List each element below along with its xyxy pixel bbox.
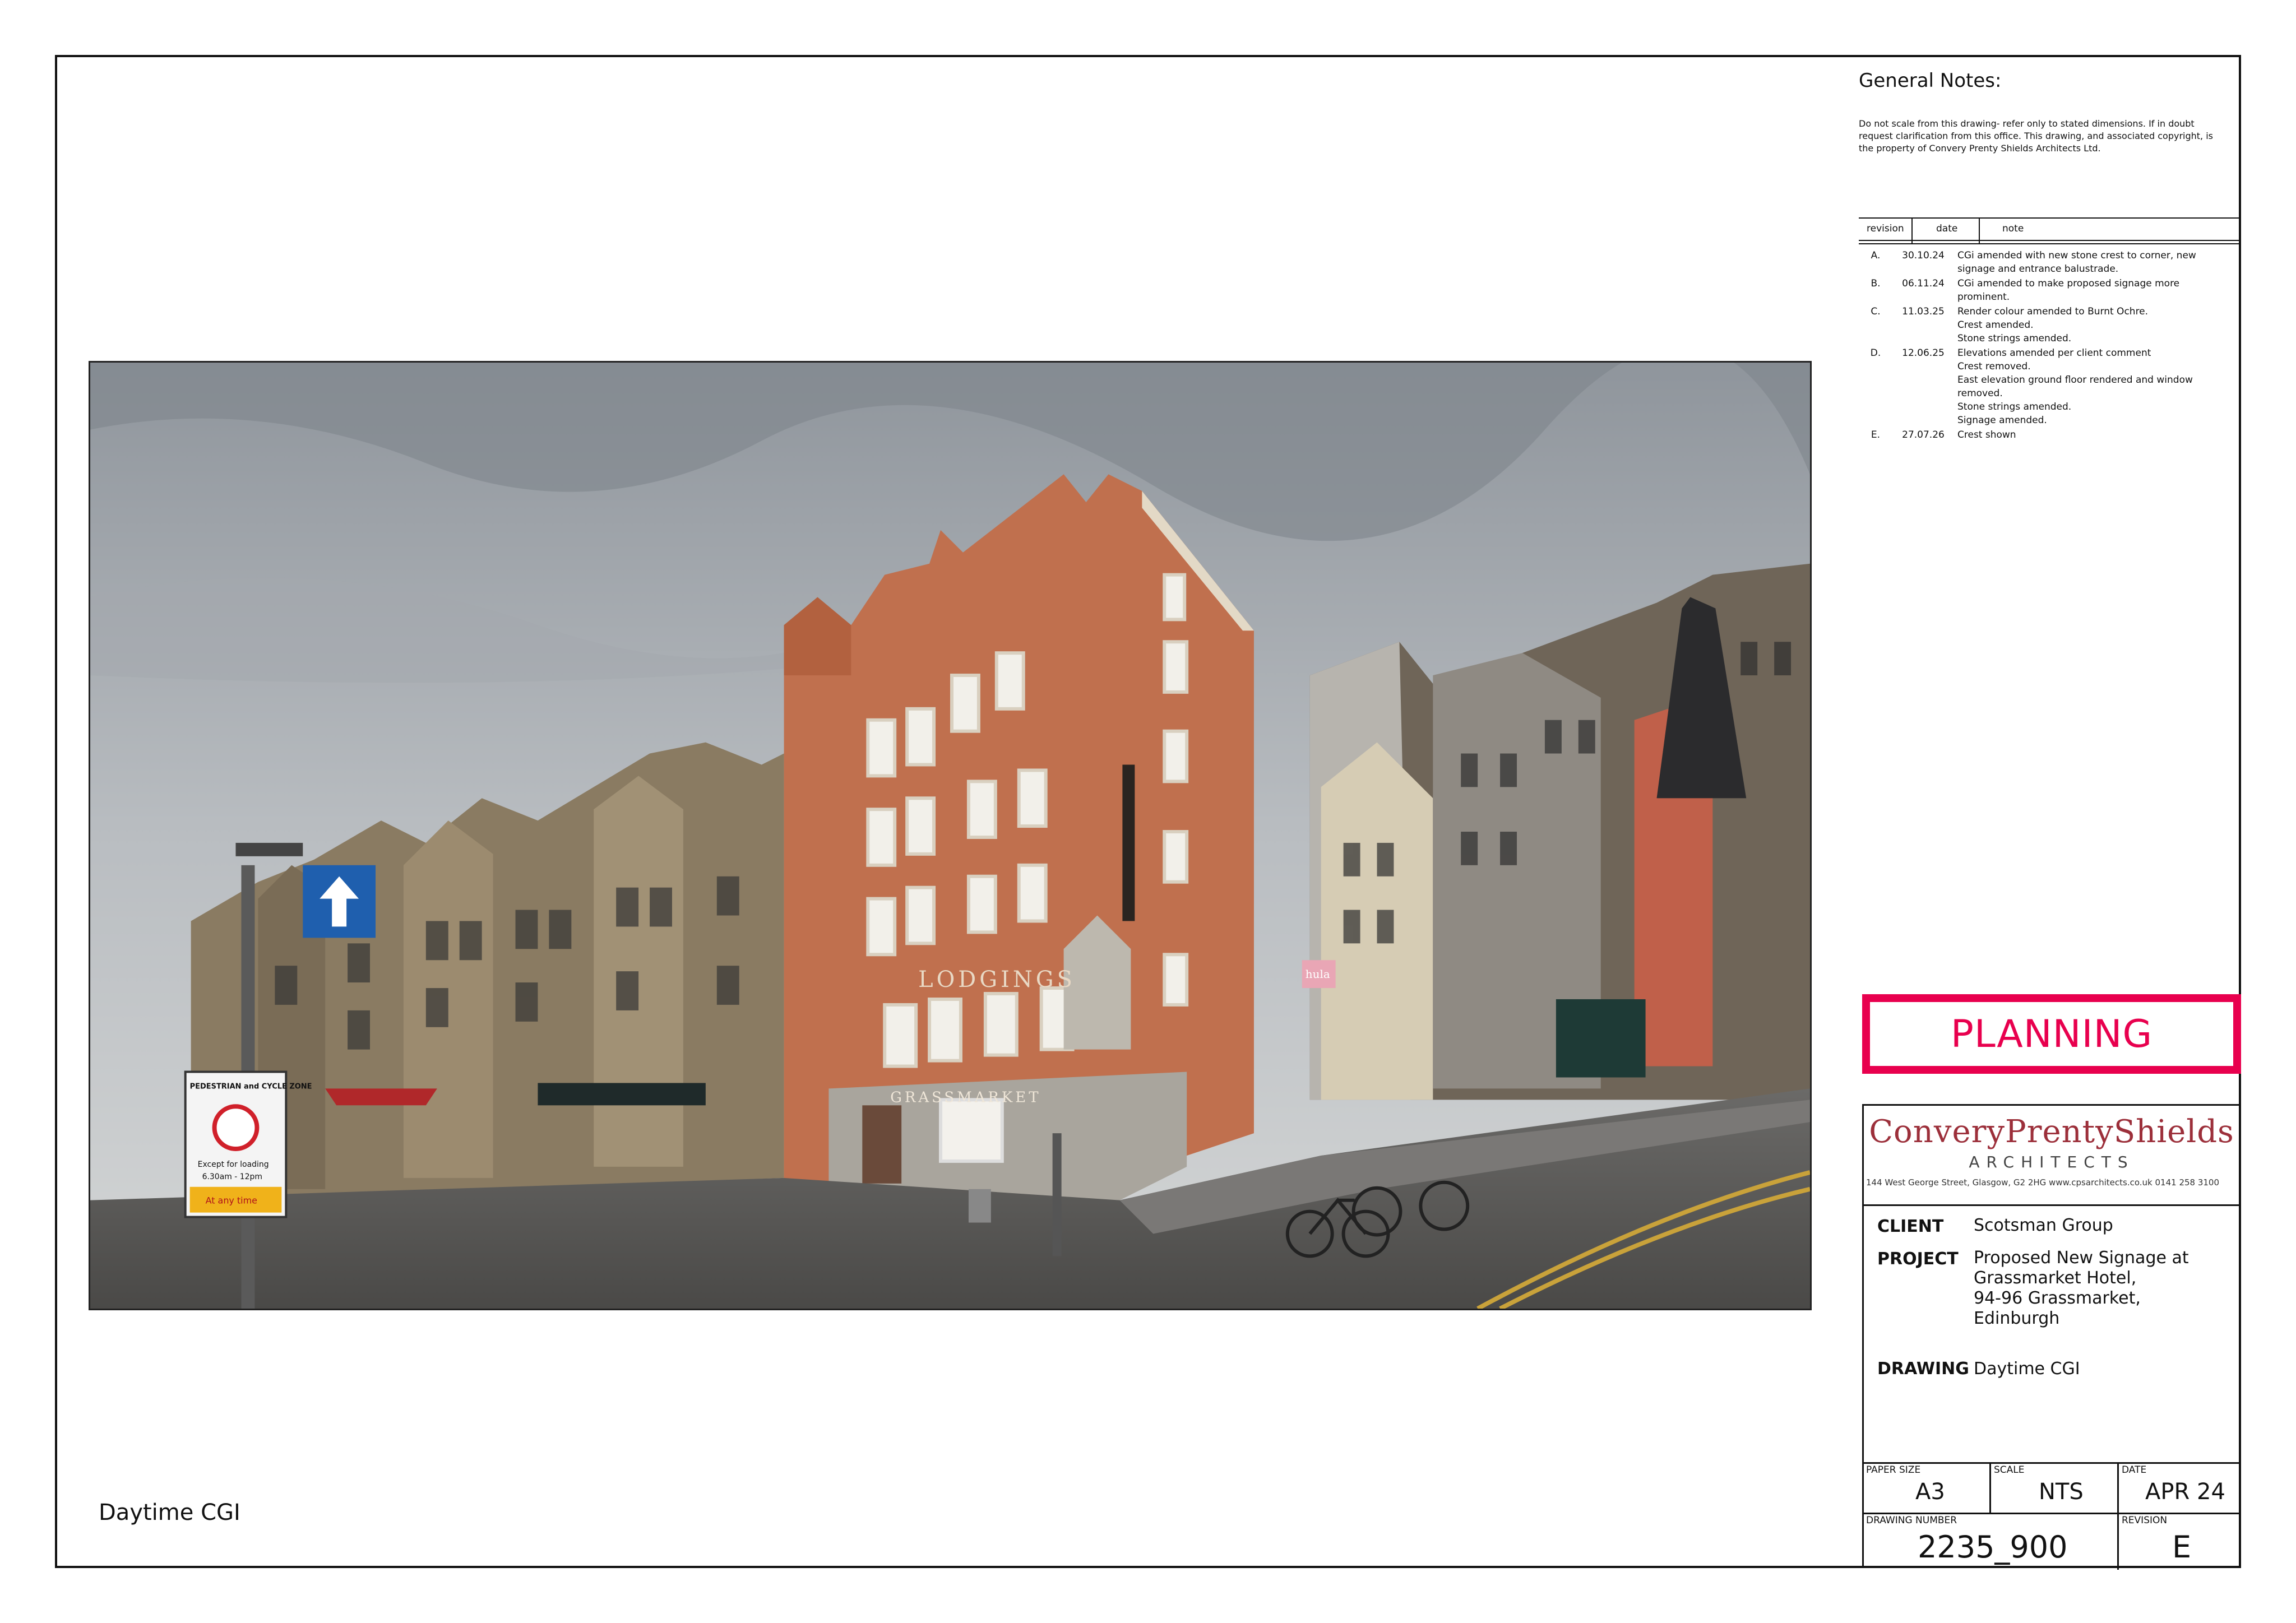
practice-logo-subtitle: ARCHITECTS (1969, 1153, 2135, 1171)
daytime-cgi-image: LODGINGS GRASSMARKET hula PEDESTRIAN and… (89, 361, 1812, 1310)
zone-sign-title: PEDESTRIAN and CYCLE ZONE (190, 1082, 312, 1091)
lodgings-sign: LODGINGS (918, 967, 1076, 993)
drawing-value: Daytime CGI (1974, 1359, 2080, 1379)
revision-date: 06.11.24 (1902, 278, 1945, 289)
revision-code: C. (1871, 306, 1881, 317)
drawing-number-label: DRAWING NUMBER (1866, 1515, 1957, 1526)
revision-row: A. 30.10.24 CGi amended with new stone c… (1859, 249, 2241, 276)
revision-code: A. (1871, 250, 1881, 261)
revision-row: B. 06.11.24 CGi amended to make proposed… (1859, 277, 2241, 304)
revision-note: CGi amended with new stone crest to corn… (1957, 250, 2196, 275)
practice-address: 144 West George Street, Glasgow, G2 2HG … (1866, 1177, 2220, 1188)
revision-note: CGi amended to make proposed signage mor… (1957, 278, 2180, 303)
zone-sign-times: 6.30am - 12pm (202, 1172, 262, 1181)
revision-table-header: revision date note (1859, 217, 2241, 244)
paper-size-label: PAPER SIZE (1866, 1464, 1921, 1476)
revision-rows: A. 30.10.24 CGi amended with new stone c… (1859, 249, 2241, 442)
project-line: Grassmarket Hotel, (1974, 1268, 2137, 1288)
drawing-caption: Daytime CGI (99, 1500, 240, 1525)
drawing-number-value: 2235_900 (1918, 1529, 2068, 1565)
revision-table: revision date note A. 30.10.24 CGi amend… (1859, 217, 2241, 443)
revision-note: Crest shown (1957, 429, 2016, 440)
revision-code: D. (1870, 347, 1881, 359)
revision-note: Elevations amended per client comment Cr… (1957, 347, 2193, 426)
planning-stamp-text: PLANNING (1870, 1002, 2233, 1066)
project-line: 94-96 Grassmarket, (1974, 1288, 2141, 1308)
zone-sign-atany: At any time (206, 1195, 257, 1206)
revision-code: B. (1871, 278, 1881, 289)
project-value: Proposed New Signage at Grassmarket Hote… (1974, 1248, 2189, 1329)
project-line: Edinburgh (1974, 1309, 2060, 1328)
revision-date: 27.07.26 (1902, 429, 1945, 440)
general-notes-text: Do not scale from this drawing- refer on… (1859, 118, 2213, 154)
date-value: APR 24 (2145, 1479, 2225, 1505)
revision-date: 30.10.24 (1902, 250, 1945, 261)
revision-label: REVISION (2122, 1515, 2168, 1526)
revision-note: Render colour amended to Burnt Ochre. Cr… (1957, 306, 2149, 344)
revision-value: E (2172, 1529, 2192, 1565)
header-revision: revision (1867, 223, 1904, 234)
revision-code: E. (1871, 429, 1881, 440)
revision-date: 11.03.25 (1902, 306, 1945, 317)
client-value: Scotsman Group (1974, 1216, 2113, 1235)
practice-logo-name: ConveryPrentyShields (1869, 1114, 2234, 1150)
general-notes-title: General Notes: (1859, 69, 2002, 92)
scale-label: SCALE (1994, 1464, 2025, 1476)
title-block: ConveryPrentyShields ARCHITECTS 144 West… (1862, 1104, 2241, 1570)
shop-sign: hula (1306, 967, 1330, 981)
project-label: PROJECT (1877, 1249, 1959, 1269)
revision-row: D. 12.06.25 Elevations amended per clien… (1859, 346, 2241, 427)
grassmarket-sign: GRASSMARKET (890, 1089, 1041, 1106)
scale-value: NTS (2039, 1479, 2084, 1505)
planning-stamp: PLANNING (1862, 994, 2241, 1074)
revision-row: C. 11.03.25 Render colour amended to Bur… (1859, 305, 2241, 345)
revision-row: E. 27.07.26 Crest shown (1859, 428, 2241, 442)
header-note: note (2002, 223, 2024, 234)
drawing-label: DRAWING (1877, 1359, 1969, 1379)
date-label: DATE (2122, 1464, 2147, 1476)
zone-sign-except: Except for loading (198, 1160, 269, 1169)
project-line: Proposed New Signage at (1974, 1248, 2189, 1268)
revision-date: 12.06.25 (1902, 347, 1945, 359)
client-label: CLIENT (1877, 1217, 1944, 1236)
paper-size-value: A3 (1915, 1479, 1945, 1505)
header-date: date (1936, 223, 1958, 234)
